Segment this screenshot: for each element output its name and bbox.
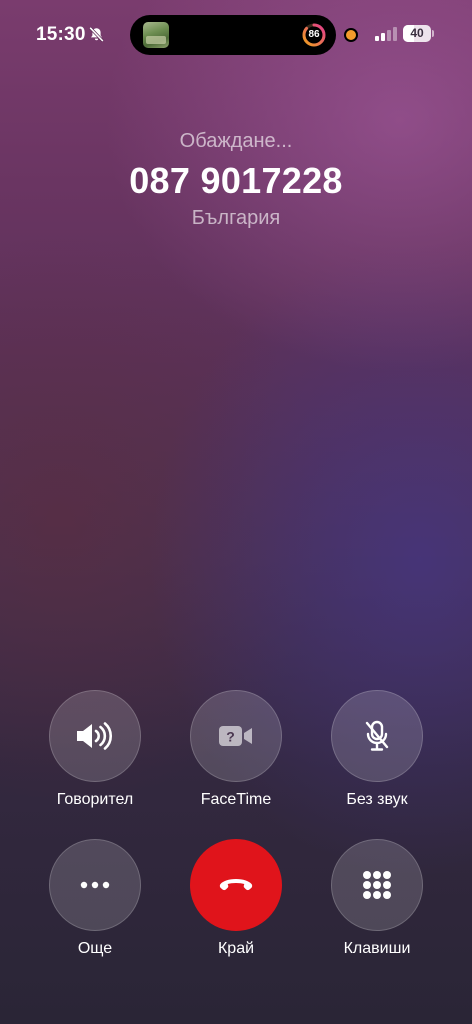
speaker-button[interactable] (49, 690, 141, 782)
more-control: Още (35, 839, 155, 958)
bell-slash-icon (88, 26, 105, 43)
mic-in-use-dot (346, 30, 356, 40)
dynamic-island[interactable]: 86 (130, 15, 336, 55)
photo-thumbnail (143, 22, 169, 48)
phone-hangup-icon (219, 877, 253, 893)
battery-tip (432, 30, 434, 37)
more-button[interactable] (49, 839, 141, 931)
keypad-button[interactable] (331, 839, 423, 931)
speaker-wave-icon (75, 722, 115, 750)
phone-number: 087 9017228 (129, 160, 343, 201)
facetime-video-icon: ? (218, 724, 254, 748)
more-label: Още (77, 940, 113, 957)
keypad-control: Клавиши (317, 839, 437, 958)
keypad-grid-icon (362, 870, 392, 900)
caller-location: България (191, 207, 281, 229)
speaker-label: Говорител (56, 791, 134, 808)
end-call-button[interactable] (190, 839, 282, 931)
call-status: Обаждане... (179, 130, 293, 152)
mic-slash-icon (364, 720, 390, 752)
facetime-label: FaceTime (200, 791, 272, 808)
svg-text:?: ? (226, 729, 235, 745)
mute-button[interactable] (331, 690, 423, 782)
signal-bars-icon (375, 27, 397, 41)
status-bar: 15:30 86 40 (0, 0, 472, 70)
battery-percent: 40 (410, 26, 424, 40)
facetime-control: ? FaceTime (176, 690, 296, 809)
speaker-control: Говорител (35, 690, 155, 809)
facetime-button[interactable]: ? (190, 690, 282, 782)
mute-label: Без звук (346, 791, 408, 808)
status-time: 15:30 (36, 24, 86, 45)
activity-ring-value: 86 (308, 29, 320, 40)
mute-control: Без звук (317, 690, 437, 809)
keypad-label: Клавиши (343, 940, 411, 957)
end-call-label: Край (217, 940, 255, 957)
end-call-control: Край (176, 839, 296, 958)
ellipsis-icon (80, 881, 110, 889)
